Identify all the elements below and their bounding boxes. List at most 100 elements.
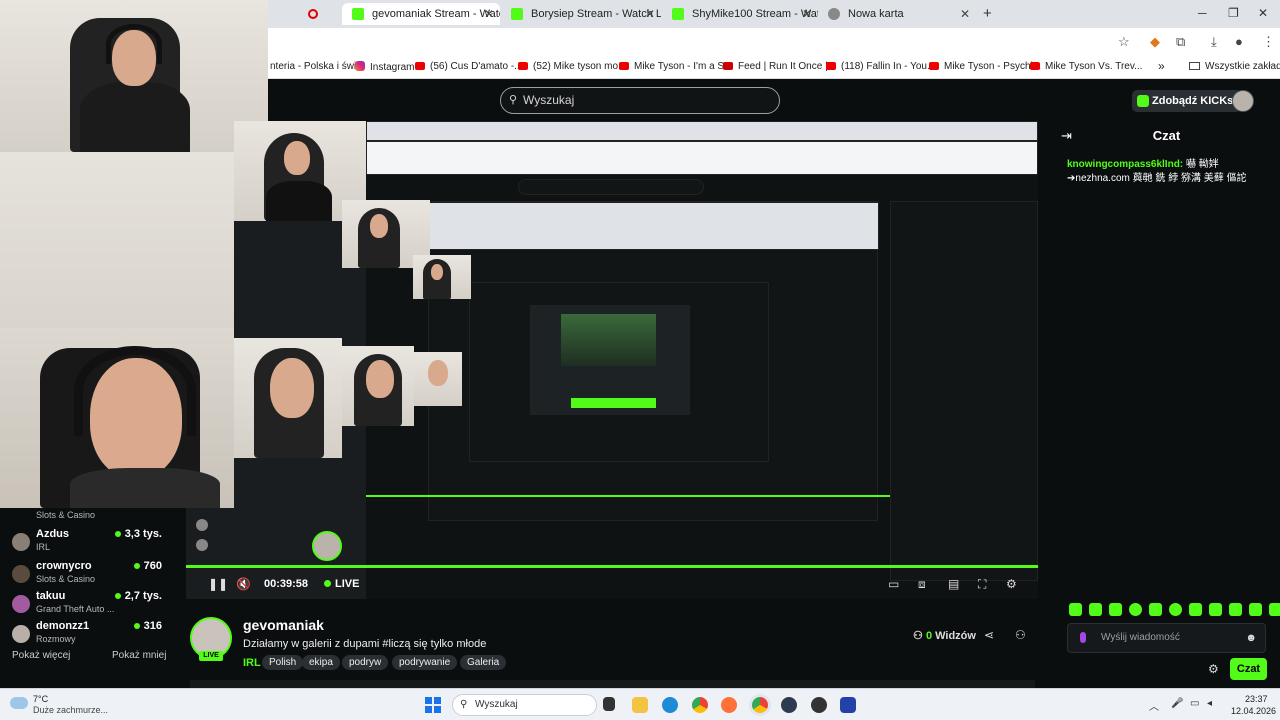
clip-icon[interactable]: ▤	[948, 577, 959, 591]
bookmark-item[interactable]: Feed | Run It Once |...	[723, 61, 836, 72]
clock-time[interactable]: 23:37	[1245, 694, 1268, 704]
show-more-button[interactable]: Pokaż więcej	[12, 650, 70, 661]
show-less-button[interactable]: Pokaż mniej	[112, 650, 166, 661]
follow-icon[interactable]: ⚇	[1015, 628, 1026, 642]
microphone-icon[interactable]: 🎤	[1171, 698, 1183, 709]
all-bookmarks-button[interactable]: Wszystkie zakładki	[1189, 61, 1280, 72]
firefox-icon[interactable]	[721, 697, 737, 713]
edge-icon[interactable]	[662, 697, 678, 713]
bookmark-item[interactable]: Instagram	[355, 61, 414, 73]
minimize-icon[interactable]: ─	[1198, 6, 1207, 20]
player-controls: ❚❚ 🔇 00:39:58 LIVE ▭ ⧈ ▤ ⛶ ⚙	[186, 572, 1038, 598]
star-icon[interactable]: ☆	[1118, 34, 1130, 50]
emote-icon[interactable]	[1109, 603, 1122, 616]
new-tab-button[interactable]: +	[983, 5, 992, 22]
chrome-icon[interactable]	[692, 697, 708, 713]
tag-podryw[interactable]: podryw	[342, 655, 389, 670]
sidebar-item-crownycro[interactable]: crownycro Slots & Casino 760	[12, 560, 162, 590]
nested-avatar	[196, 539, 208, 551]
sidebar-item-azdus[interactable]: Azdus IRL 3,3 tys.	[12, 528, 162, 558]
theater-mode-icon[interactable]: ▭	[888, 577, 899, 591]
tab-previous[interactable]	[268, 3, 338, 25]
gear-icon[interactable]: ⚙	[1006, 577, 1017, 591]
tray-chevron-icon[interactable]: ︿	[1149, 698, 1159, 713]
tag-galeria[interactable]: Galeria	[460, 655, 507, 670]
pause-icon[interactable]: ❚❚	[208, 577, 228, 591]
task-view-icon[interactable]	[603, 697, 615, 711]
tab-borysiep[interactable]: Borysiep Stream - Watch Live o ✕	[501, 3, 661, 25]
category-link[interactable]: IRL	[243, 657, 261, 669]
tab-shymike[interactable]: ShyMike100 Stream - Watch Li ✕	[662, 3, 818, 25]
close-window-icon[interactable]: ✕	[1258, 6, 1268, 20]
emote-icon[interactable]	[1169, 603, 1182, 616]
emoji-icon[interactable]: ☻	[1245, 624, 1257, 652]
emote-icon[interactable]	[1089, 603, 1102, 616]
maximize-icon[interactable]: ❐	[1228, 6, 1239, 20]
emote-icon[interactable]	[1069, 603, 1082, 616]
download-icon[interactable]: ⤓	[1211, 34, 1217, 50]
emote-icon[interactable]	[1229, 603, 1242, 616]
emote-icon[interactable]	[1269, 603, 1280, 616]
emote-icon[interactable]	[1129, 603, 1142, 616]
bookmark-item[interactable]: Mike Tyson Vs. Trev...	[1030, 61, 1142, 72]
avatar	[12, 625, 30, 643]
search-input[interactable]: ⚲ Wyszukaj	[500, 87, 780, 114]
close-tab-icon[interactable]: ✕	[645, 3, 655, 25]
app-icon[interactable]	[811, 697, 827, 713]
chrome-active-icon[interactable]	[752, 697, 768, 713]
get-kicks-button[interactable]: Zdobądź KICKs	[1132, 90, 1242, 112]
channel-name[interactable]: gevomaniak	[243, 617, 324, 633]
clock-date[interactable]: 12.04.2026	[1231, 706, 1276, 716]
chat-input[interactable]: Wyślij wiadomość ☻	[1067, 623, 1266, 653]
weather-temperature[interactable]: 7°C	[33, 694, 48, 704]
microphone-icon[interactable]	[1080, 632, 1086, 643]
tab-new[interactable]: Nowa karta ✕	[818, 3, 976, 25]
taskbar-search[interactable]: ⚲ Wyszukaj	[452, 694, 597, 716]
app-icon[interactable]	[781, 697, 797, 713]
progress-bar[interactable]	[186, 565, 1038, 568]
fullscreen-icon[interactable]: ⛶	[978, 577, 986, 592]
extension-metamask-icon[interactable]: ◆	[1150, 34, 1160, 50]
windows-start-icon[interactable]	[425, 697, 441, 713]
tag-podrywanie[interactable]: podrywanie	[392, 655, 458, 670]
search-icon: ⚲	[509, 94, 518, 106]
bookmark-item[interactable]: nteria - Polska i świ...	[270, 61, 364, 72]
tag-polish[interactable]: Polish	[262, 655, 304, 670]
emote-icon[interactable]	[1189, 603, 1202, 616]
emote-icon[interactable]	[1209, 603, 1222, 616]
chat-settings-icon[interactable]: ⚙	[1208, 662, 1219, 676]
share-icon[interactable]: ⋖	[984, 628, 994, 642]
app-icon[interactable]	[840, 697, 856, 713]
emote-icon[interactable]	[1249, 603, 1262, 616]
close-tab-icon[interactable]: ✕	[960, 3, 970, 25]
bookmark-item[interactable]: (56) Cus D'amato -...	[415, 61, 523, 72]
close-tab-icon[interactable]: ✕	[802, 3, 812, 25]
nested-stream	[428, 201, 879, 521]
tab-gevomaniak[interactable]: gevomaniak Stream - Watch Li ✕	[342, 3, 500, 25]
chat-username[interactable]: knowingcompass6klInd:	[1067, 159, 1183, 170]
tag-ekipa[interactable]: ekipa	[302, 655, 340, 670]
bookmark-item[interactable]: Mike Tyson - Psychi...	[929, 61, 1041, 72]
bookmark-item[interactable]: Mike Tyson - I'm a S...	[619, 61, 732, 72]
menu-icon[interactable]: ⋮	[1262, 34, 1275, 50]
chat-send-button[interactable]: Czat	[1230, 658, 1267, 680]
puzzle-icon[interactable]: ⧉	[1176, 34, 1185, 50]
pip-icon[interactable]: ⧈	[918, 577, 926, 592]
weather-description[interactable]: Duże zachmurze...	[33, 705, 108, 715]
volume-icon[interactable]: ◂	[1207, 698, 1212, 709]
network-icon[interactable]: ▭	[1190, 698, 1199, 709]
user-avatar[interactable]	[1232, 90, 1254, 112]
mute-icon[interactable]: 🔇	[236, 577, 251, 591]
sidebar-item-demonzz1[interactable]: demonzz1 Rozmowy 316	[12, 620, 162, 650]
sidebar-item-takuu[interactable]: takuu Grand Theft Auto ... 2,7 tys.	[12, 590, 162, 620]
viewers-icon: ⚇	[913, 630, 923, 642]
emote-icon[interactable]	[1149, 603, 1162, 616]
bookmark-label: (118) Fallin In - You...	[841, 61, 936, 72]
bookmarks-more-button[interactable]: »	[1158, 59, 1165, 73]
bookmark-label: Feed | Run It Once |...	[738, 61, 837, 72]
close-tab-icon[interactable]: ✕	[484, 3, 494, 25]
bookmark-item[interactable]: (52) Mike tyson mo...	[518, 61, 626, 72]
bookmark-item[interactable]: (118) Fallin In - You...	[826, 61, 935, 72]
profile-icon[interactable]: ●	[1235, 34, 1243, 49]
file-explorer-icon[interactable]	[632, 697, 648, 713]
